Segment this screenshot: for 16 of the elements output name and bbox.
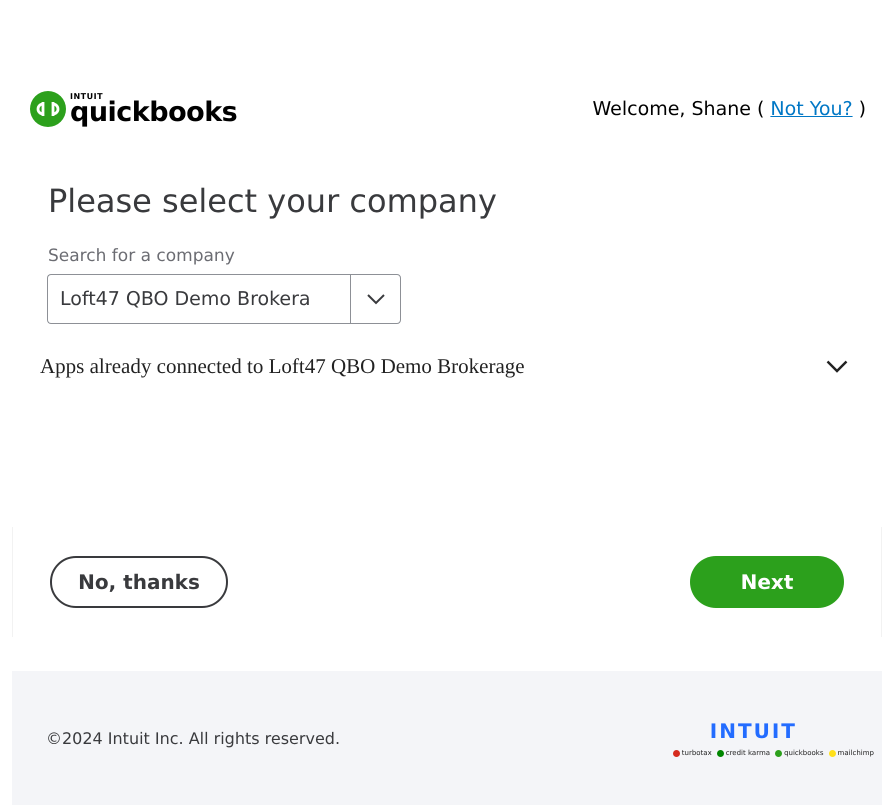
chevron-down-icon bbox=[366, 294, 384, 304]
logo-icon bbox=[30, 91, 66, 127]
paren-text: ) bbox=[858, 98, 866, 120]
logo-brand: INTUIT bbox=[70, 92, 104, 100]
chevron-down-icon[interactable] bbox=[826, 360, 848, 373]
intuit-logo: INTUIT bbox=[710, 719, 797, 743]
welcome-text: Welcome, Shane ( bbox=[592, 98, 764, 120]
not-you-link[interactable]: Not You? bbox=[770, 98, 853, 120]
logo-product: quickbooks bbox=[70, 98, 238, 126]
company-search-field[interactable]: Loft47 QBO Demo Brokera bbox=[47, 274, 350, 324]
page-title: Please select your company bbox=[48, 182, 498, 220]
dropdown-button[interactable] bbox=[350, 274, 401, 324]
search-label: Search for a company bbox=[48, 246, 236, 266]
connected-apps-text: Apps already connected to Loft47 QBO Demo Brokerage bbox=[40, 354, 525, 379]
decline-button[interactable]: No, thanks bbox=[50, 556, 228, 608]
copyright-text: ©2024 Intuit Inc. All rights reserved. bbox=[46, 728, 340, 748]
